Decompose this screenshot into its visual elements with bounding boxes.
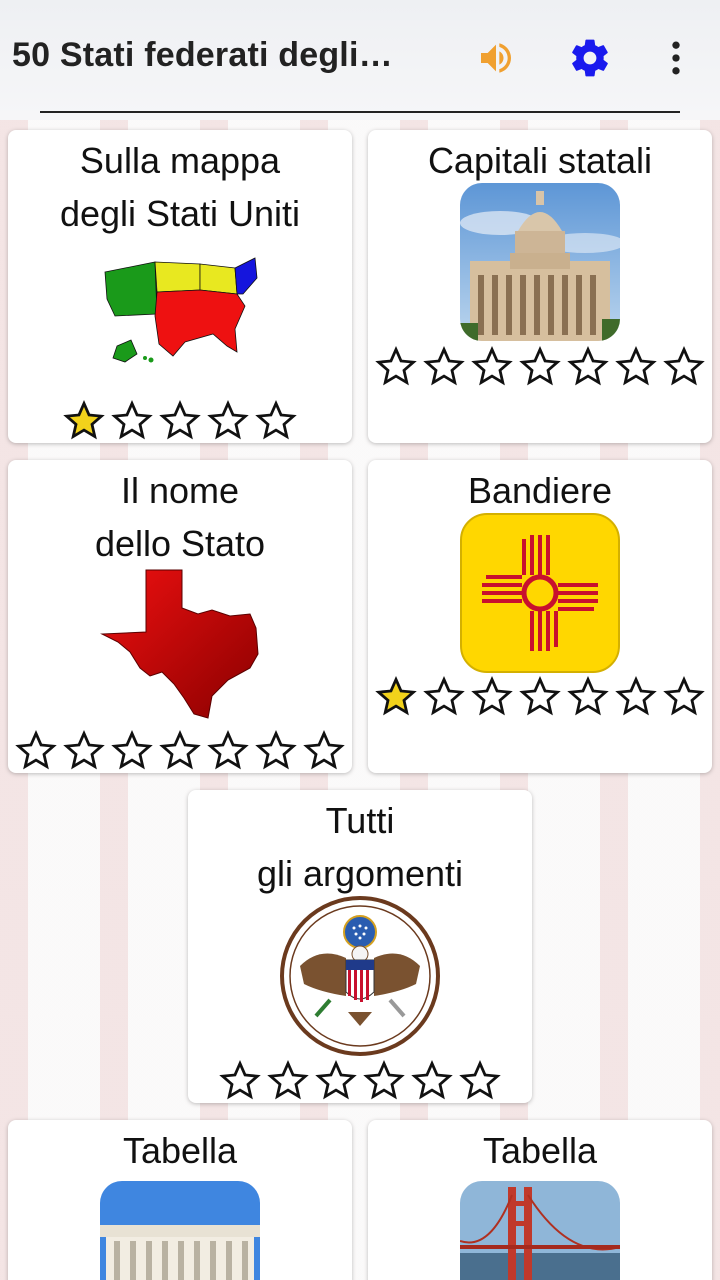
sound-button[interactable] [472,34,520,82]
card-title-line1: Tabella [122,1130,238,1171]
app-bar: 50 Stati federati degli… [0,0,720,113]
card-title-line1: Tabella [482,1130,598,1171]
star-empty-icon [111,730,153,770]
star-filled-icon [63,400,105,440]
card-title-line2: degli Stati Uniti [59,193,301,234]
speaker-icon [481,43,511,73]
card-title-line1: Il nome [120,470,240,511]
quiz-card-flags[interactable]: Bandiere [368,460,712,773]
star-filled-icon [375,676,417,716]
app-title: 50 Stati federati degli… [12,36,393,74]
star-empty-icon [615,346,657,386]
star-empty-icon [663,676,705,716]
more-vert-icon [672,41,680,75]
star-empty-icon [459,1060,501,1100]
star-empty-icon [519,676,561,716]
star-rating [8,730,352,770]
star-empty-icon [111,400,153,440]
card-title-line1: Sulla mappa [79,140,281,181]
card-title-line2: dello Stato [94,523,266,564]
star-empty-icon [207,400,249,440]
golden-gate-bridge-image [460,1181,620,1280]
card-title-line1: Capitali statali [427,140,653,181]
star-empty-icon [471,676,513,716]
star-empty-icon [303,730,345,770]
star-empty-icon [219,1060,261,1100]
star-empty-icon [519,346,561,386]
star-empty-icon [315,1060,357,1100]
star-rating [368,676,712,716]
star-empty-icon [159,730,201,770]
us-map-icon [104,257,258,363]
star-empty-icon [267,1060,309,1100]
star-empty-icon [207,730,249,770]
great-seal-icon [280,896,440,1056]
star-empty-icon [375,346,417,386]
capitol-building-image [460,183,620,341]
table-card-lincoln[interactable]: Tabella [8,1120,352,1280]
quiz-card-map[interactable]: Sulla mappa degli Stati Uniti [8,130,352,443]
star-empty-icon [663,346,705,386]
star-empty-icon [423,676,465,716]
star-empty-icon [363,1060,405,1100]
table-card-golden-gate[interactable]: Tabella [368,1120,712,1280]
star-empty-icon [615,676,657,716]
star-rating [188,1060,532,1100]
star-rating [8,400,352,440]
quiz-card-all-topics[interactable]: Tutti gli argomenti [188,790,532,1103]
star-empty-icon [423,346,465,386]
star-empty-icon [567,346,609,386]
lincoln-memorial-image [100,1181,260,1280]
card-title-line1: Bandiere [467,470,613,511]
star-empty-icon [159,400,201,440]
settings-button[interactable] [566,34,614,82]
star-empty-icon [411,1060,453,1100]
header-divider [40,111,680,113]
card-title-line1: Tutti [325,800,395,841]
texas-shape-icon [100,569,259,719]
star-empty-icon [471,346,513,386]
new-mexico-flag-icon [460,513,620,673]
gear-icon [572,39,608,77]
star-empty-icon [15,730,57,770]
overflow-menu-button[interactable] [652,34,700,82]
star-empty-icon [255,730,297,770]
star-empty-icon [63,730,105,770]
star-empty-icon [255,400,297,440]
quiz-card-state-name[interactable]: Il nome dello Stato [8,460,352,773]
card-title-line2: gli argomenti [256,853,464,894]
star-empty-icon [567,676,609,716]
star-rating [368,346,712,386]
quiz-card-capitals[interactable]: Capitali statali [368,130,712,443]
